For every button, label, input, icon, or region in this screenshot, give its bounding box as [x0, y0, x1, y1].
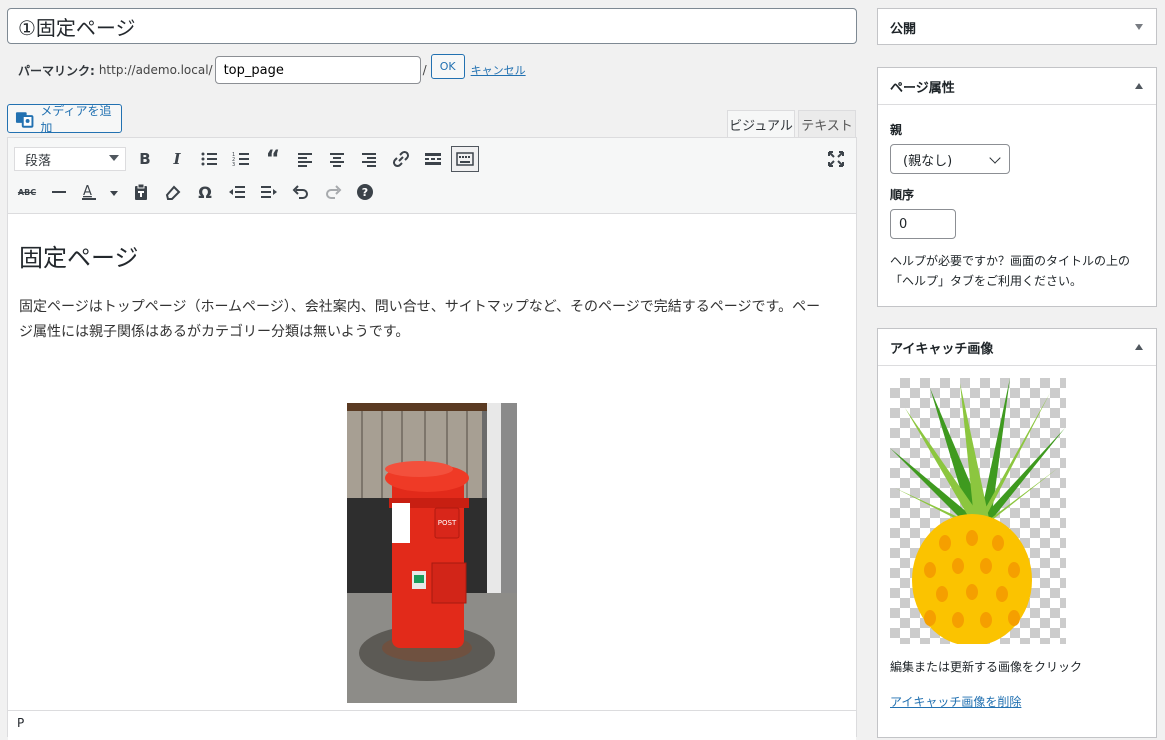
media-icon [15, 111, 34, 128]
align-center-icon[interactable] [326, 148, 348, 170]
element-path[interactable]: P [17, 716, 24, 730]
postbox-image: POST [347, 403, 517, 703]
permalink-row: パーマリンク: http://ademo.local/ / OK キャンセル [18, 53, 526, 84]
order-value: 0 [899, 216, 908, 232]
toolbar-toggle-icon[interactable] [451, 146, 479, 172]
horizontal-line-icon[interactable] [48, 181, 70, 203]
redo-icon[interactable] [322, 181, 344, 203]
toggle-arrow-icon[interactable] [1135, 83, 1143, 89]
align-left-icon[interactable] [294, 148, 316, 170]
parent-select[interactable]: (親なし) [890, 144, 1010, 174]
bullet-list-icon[interactable] [198, 148, 220, 170]
permalink-label: パーマリンク: [18, 63, 95, 78]
svg-text:A: A [83, 184, 92, 199]
publish-panel-header[interactable]: 公開 [878, 9, 1156, 45]
add-media-label: メディアを追加 [40, 103, 112, 135]
clear-formatting-icon[interactable] [162, 181, 184, 203]
page-attributes-header[interactable]: ページ属性 [878, 68, 1156, 104]
pineapple-image [890, 378, 1065, 646]
content-paragraph: 固定ページはトップページ（ホームページ）、会社案内、問い合せ、サイトマップなど、… [19, 299, 821, 340]
link-icon[interactable] [390, 148, 412, 170]
ok-button[interactable]: OK [430, 53, 465, 79]
content-heading: 固定ページ [19, 244, 139, 272]
paste-text-icon[interactable] [130, 181, 152, 203]
featured-image-title: アイキャッチ画像 [890, 341, 994, 357]
order-label: 順序 [890, 188, 915, 202]
page-attributes-body: 親 (親なし) 順序 0 ヘルプが必要ですか？画面のタイトルの上の「ヘルプ」タブ… [878, 104, 1156, 303]
format-select[interactable]: 段落 [14, 147, 126, 171]
title-field[interactable] [7, 8, 857, 44]
text-color-icon[interactable]: A [80, 181, 120, 203]
numbered-list-icon[interactable]: 123 [230, 148, 252, 170]
publish-title: 公開 [890, 21, 917, 37]
permalink-trailing: / [422, 63, 427, 77]
format-select-value: 段落 [25, 153, 52, 169]
featured-image-header[interactable]: アイキャッチ画像 [878, 329, 1156, 365]
editor-toolbar: 段落 B I 123 “ ABC A Ω ? [8, 138, 856, 214]
add-media-button[interactable]: メディアを追加 [7, 103, 122, 135]
tab-visual[interactable]: ビジュアル [727, 110, 795, 138]
bold-icon[interactable]: B [134, 148, 156, 170]
parent-select-value: (親なし) [903, 153, 953, 169]
publish-panel: 公開 [877, 8, 1157, 45]
fullscreen-icon[interactable] [825, 148, 847, 170]
editor-statusbar: P [8, 710, 856, 740]
help-icon[interactable]: ? [354, 181, 376, 203]
svg-text:?: ? [362, 186, 368, 199]
italic-icon[interactable]: I [166, 148, 188, 170]
toggle-arrow-icon[interactable] [1135, 344, 1143, 350]
order-input[interactable]: 0 [890, 209, 956, 239]
chevron-down-icon [989, 152, 1001, 164]
remove-featured-image-link[interactable]: アイキャッチ画像を削除 [890, 695, 1021, 709]
blockquote-icon[interactable]: “ [262, 147, 284, 172]
featured-image-thumbnail[interactable] [890, 378, 1066, 646]
parent-label: 親 [890, 123, 903, 137]
align-right-icon[interactable] [358, 148, 380, 170]
permalink-base: http://ademo.local/ [98, 63, 213, 77]
tab-text[interactable]: テキスト [798, 110, 856, 138]
title-input[interactable] [8, 9, 856, 43]
svg-text:3: 3 [232, 162, 235, 168]
strikethrough-icon[interactable]: ABC [16, 181, 38, 203]
special-character-icon[interactable]: Ω [194, 181, 216, 203]
slug-input[interactable] [214, 56, 421, 84]
help-text: ヘルプが必要ですか？画面のタイトルの上の「ヘルプ」タブをご利用ください。 [890, 254, 1131, 288]
svg-text:POST: POST [438, 519, 457, 527]
featured-image-hint: 編集または更新する画像をクリック [890, 660, 1083, 674]
page-attributes-panel: ページ属性 親 (親なし) 順序 0 ヘルプが必要ですか？画面のタイトルの上の「… [877, 67, 1157, 307]
editor-content[interactable]: 固定ページ 固定ページはトップページ（ホームページ）、会社案内、問い合せ、サイト… [19, 238, 839, 345]
read-more-icon[interactable] [422, 148, 444, 170]
indent-icon[interactable] [258, 181, 280, 203]
chevron-down-icon [109, 155, 119, 161]
featured-image-panel: アイキャッチ画像 編集または更新する画像をクリック アイキャッチ画像を削除 [877, 328, 1157, 738]
toggle-arrow-icon[interactable] [1135, 24, 1143, 30]
cancel-link[interactable]: キャンセル [471, 62, 526, 78]
featured-image-body: 編集または更新する画像をクリック アイキャッチ画像を削除 [878, 365, 1156, 722]
page-attributes-title: ページ属性 [890, 80, 955, 96]
outdent-icon[interactable] [226, 181, 248, 203]
undo-icon[interactable] [290, 181, 312, 203]
